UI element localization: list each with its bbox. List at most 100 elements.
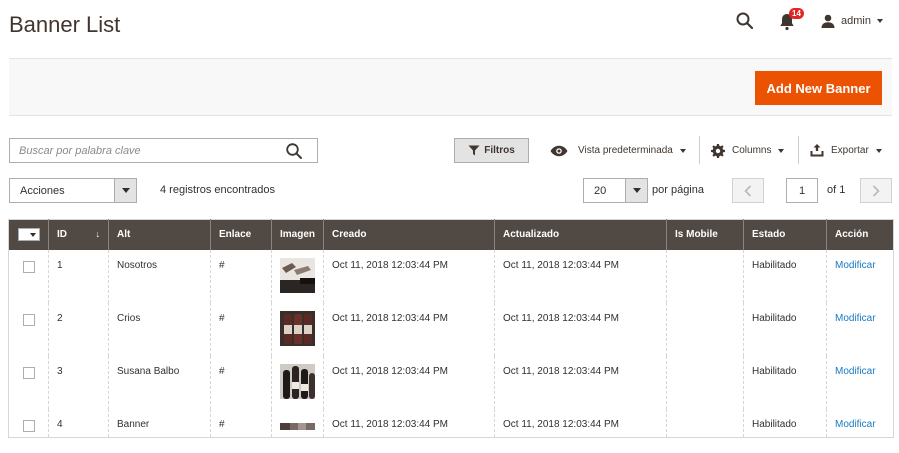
- chevron-left-icon: [744, 184, 752, 197]
- row-checkbox[interactable]: [23, 419, 35, 432]
- chevron-down-icon: [875, 148, 882, 153]
- banner-thumbnail: [280, 363, 315, 399]
- next-page-button[interactable]: [860, 178, 892, 203]
- banner-thumbnail: [280, 257, 315, 293]
- mass-actions-select[interactable]: Acciones: [9, 178, 137, 203]
- header-actions: 14 admin: [735, 8, 883, 32]
- table-row: 4 Banner # Oct 11, 2018 12:03:44 PM Oct …: [8, 408, 894, 438]
- cell-action: Modificar: [826, 249, 894, 303]
- per-page-label: por página: [652, 184, 704, 196]
- row-checkbox[interactable]: [23, 313, 35, 326]
- add-new-banner-button[interactable]: Add New Banner: [755, 71, 882, 105]
- column-header-estado[interactable]: Estado: [743, 219, 827, 250]
- cell-is-mobile: [666, 408, 744, 438]
- cell-created: Oct 11, 2018 12:03:44 PM: [323, 302, 495, 356]
- export-selector[interactable]: Exportar: [810, 138, 882, 163]
- chevron-right-icon: [872, 184, 880, 197]
- cell-id: 3: [48, 355, 109, 409]
- mass-select-checkbox[interactable]: [18, 228, 40, 242]
- row-select-cell: [8, 302, 49, 356]
- cell-image: [271, 355, 324, 409]
- cell-id: 1: [48, 249, 109, 303]
- cell-status: Habilitado: [743, 355, 827, 409]
- user-icon: [821, 14, 835, 28]
- cell-link: #: [210, 302, 272, 356]
- notifications-bell[interactable]: 14: [779, 8, 804, 31]
- row-select-cell: [8, 408, 49, 438]
- cell-alt: Nosotros: [108, 249, 211, 303]
- banner-grid: ID ↓ Alt Enlace Imagen Creado Actualizado…: [8, 219, 894, 438]
- cell-alt: Susana Balbo: [108, 355, 211, 409]
- cell-image: [271, 408, 324, 438]
- export-label: Exportar: [831, 145, 869, 156]
- banner-thumbnail: [280, 422, 315, 430]
- global-search-icon[interactable]: [735, 11, 755, 31]
- edit-link[interactable]: Modificar: [835, 366, 876, 377]
- cell-is-mobile: [666, 249, 744, 303]
- cell-updated: Oct 11, 2018 12:03:44 PM: [494, 302, 667, 356]
- columns-selector[interactable]: Columns: [711, 138, 785, 163]
- chevron-down-icon: [679, 148, 686, 153]
- cell-action: Modificar: [826, 408, 894, 438]
- current-page-input[interactable]: [786, 178, 818, 203]
- filters-button[interactable]: Filtros: [454, 138, 529, 163]
- per-page-value: 20: [594, 184, 607, 197]
- cell-status: Habilitado: [743, 249, 827, 303]
- column-header-creado[interactable]: Creado: [323, 219, 495, 250]
- column-header-enlace[interactable]: Enlace: [210, 219, 272, 250]
- filters-label: Filtros: [484, 145, 515, 156]
- toolbar-divider: [699, 136, 700, 164]
- cell-created: Oct 11, 2018 12:03:44 PM: [323, 408, 495, 438]
- previous-page-button[interactable]: [732, 178, 764, 203]
- notification-count-badge: 14: [789, 8, 804, 19]
- search-input[interactable]: [10, 139, 280, 162]
- page-actions-bar: Add New Banner: [9, 58, 892, 116]
- column-header-id[interactable]: ID ↓: [48, 219, 109, 250]
- view-label: Vista predeterminada: [578, 145, 673, 156]
- cell-updated: Oct 11, 2018 12:03:44 PM: [494, 355, 667, 409]
- column-header-is-mobile[interactable]: Is Mobile: [666, 219, 744, 250]
- export-icon: [810, 144, 824, 157]
- view-selector[interactable]: Vista predeterminada: [550, 138, 686, 163]
- row-checkbox[interactable]: [23, 366, 35, 379]
- chevron-down-icon: [778, 148, 785, 153]
- cell-action: Modificar: [826, 355, 894, 409]
- chevron-down-icon: [114, 179, 136, 202]
- edit-link[interactable]: Modificar: [835, 313, 876, 324]
- columns-label: Columns: [732, 145, 772, 156]
- cell-alt: Banner: [108, 408, 211, 438]
- cell-image: [271, 249, 324, 303]
- cell-is-mobile: [666, 355, 744, 409]
- banner-thumbnail: [280, 310, 315, 346]
- cell-status: Habilitado: [743, 302, 827, 356]
- column-header-alt[interactable]: Alt: [108, 219, 211, 250]
- cell-created: Oct 11, 2018 12:03:44 PM: [323, 355, 495, 409]
- page-title: Banner List: [9, 12, 121, 37]
- select-all-header[interactable]: [8, 219, 49, 250]
- column-header-actualizado[interactable]: Actualizado: [494, 219, 667, 250]
- per-page-select[interactable]: 20: [583, 178, 648, 203]
- cell-action: Modificar: [826, 302, 894, 356]
- row-select-cell: [9, 250, 49, 303]
- eye-icon: [550, 145, 568, 156]
- user-menu[interactable]: admin: [821, 14, 883, 28]
- cell-link: #: [210, 249, 272, 303]
- cell-status: Habilitado: [743, 408, 827, 438]
- search-icon[interactable]: [285, 142, 303, 160]
- cell-link: #: [210, 408, 272, 438]
- gear-icon: [711, 143, 725, 158]
- row-select-cell: [9, 356, 49, 409]
- column-header-imagen[interactable]: Imagen: [271, 219, 324, 250]
- cell-id: 4: [48, 408, 109, 438]
- row-checkbox[interactable]: [23, 260, 35, 273]
- cell-updated: Oct 11, 2018 12:03:44 PM: [494, 408, 667, 438]
- cell-is-mobile: [666, 302, 744, 356]
- chevron-down-icon: [625, 179, 647, 202]
- edit-link[interactable]: Modificar: [835, 419, 876, 430]
- keyword-search: [9, 138, 318, 163]
- filter-icon: [468, 145, 480, 156]
- column-header-accion: Acción: [826, 219, 894, 250]
- cell-image: [271, 302, 324, 356]
- edit-link[interactable]: Modificar: [835, 260, 876, 271]
- mass-actions-label: Acciones: [20, 184, 65, 197]
